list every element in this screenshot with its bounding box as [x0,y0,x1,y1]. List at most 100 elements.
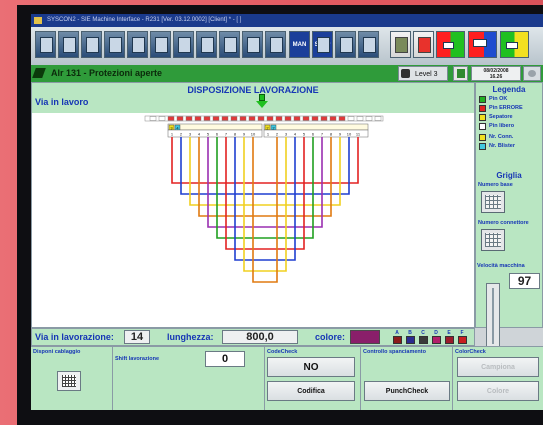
shift-value[interactable]: 0 [205,351,245,367]
legend-swatch [479,143,486,150]
monitor-icon[interactable] [173,31,194,58]
slot-marker [338,116,346,121]
info-row: Via in lavorazione: 14 lunghezza: 800,0 … [31,328,475,346]
slot-marker [347,116,355,121]
campiona-button[interactable]: Campiona [457,357,539,377]
slot-marker [365,116,373,121]
legend-title: Legenda [492,85,526,94]
numero-base-button[interactable] [481,191,505,213]
palette-swatch[interactable] [445,336,454,344]
grid-icon[interactable] [335,31,356,58]
palette-swatch[interactable] [458,336,467,344]
palette-swatch[interactable] [432,336,441,344]
layout-icon[interactable] [150,31,171,58]
slot-marker [257,116,265,121]
lunghezza-label: lunghezza: [167,332,214,342]
controllo-label: Controllo spanciamento [363,349,426,355]
via-in-lavoro-label: Via in lavoro [35,97,89,107]
list-icon[interactable] [104,31,125,58]
lunghezza-value: 800,0 [222,330,298,344]
step-button[interactable]: STEP [312,31,333,58]
settings-icon[interactable] [523,66,541,81]
date-time: 08/02/2008 16.26 [471,66,521,81]
punchcheck-button[interactable]: PunchCheck [364,381,450,401]
tools-icon[interactable] [196,31,217,58]
status-bar: Alr 131 - Protezioni aperte Level 3 08/0… [31,65,543,82]
slot-marker [284,116,292,121]
wire[interactable] [207,137,323,228]
wire[interactable] [243,137,287,272]
alarm-message[interactable]: Alr 131 - Protezioni aperte [31,65,381,82]
terminal-icon[interactable] [390,31,411,58]
legend-item: Nr. Blister [479,143,515,150]
man-button[interactable]: MAN [289,31,310,58]
main-toolbar: MAN STEP [31,27,543,65]
legend-swatch [479,96,486,103]
legend-item: Sepatore [479,114,513,121]
slot-marker [230,116,238,121]
slot-marker [239,116,247,121]
chart-icon[interactable] [265,31,286,58]
wire[interactable] [198,137,332,217]
panel-title: DISPOSIZIONE LAVORAZIONE [187,85,319,95]
calendar-icon[interactable] [242,31,263,58]
colorcheck-panel: ColorCheck Campiona Colore [453,347,543,410]
slot-marker [167,116,175,121]
codecheck-panel: CodeCheck NO Codifica [265,347,361,410]
excel-icon[interactable] [453,66,468,81]
palette-swatch[interactable] [419,336,428,344]
slot-marker [329,116,337,121]
slot-marker [266,116,274,121]
harness-icon[interactable] [58,31,79,58]
connector-red-green-icon[interactable] [436,31,465,58]
palette-swatch[interactable] [406,336,415,344]
shift-panel: Shift lavorazione 0 [113,347,265,410]
panel-header: DISPOSIZIONE LAVORAZIONE Via in lavoro [32,83,474,113]
slot-marker [194,116,202,121]
left-connector-header [167,123,263,131]
slot-marker [221,116,229,121]
wire-color-swatch [350,330,380,344]
wire[interactable] [216,137,314,239]
speed-slider[interactable] [486,283,500,349]
disposition-panel: DISPOSIZIONE LAVORAZIONE Via in lavoro 3… [31,82,475,328]
bottom-panels: Disponi cablaggio Shift lavorazione 0 Co… [31,346,543,410]
speed-value[interactable]: 97 [509,273,540,289]
disponi-panel: Disponi cablaggio [31,347,113,410]
connector-green-yellow-icon[interactable] [500,31,529,58]
app-icon [34,17,42,24]
user-level[interactable]: Level 3 [398,66,448,81]
right-connector[interactable] [263,129,369,138]
wire[interactable] [225,137,305,250]
slot-marker [275,116,283,121]
alarm-text: Alr 131 - Protezioni aperte [51,68,163,78]
wire[interactable] [180,137,350,195]
slot-marker [212,116,220,121]
disponi-cablaggio-button[interactable] [57,371,81,391]
colore-label: colore: [315,332,346,342]
machine-icon[interactable] [35,31,56,58]
layers-icon[interactable] [358,31,379,58]
graph-icon[interactable] [81,31,102,58]
legend-item: Nr. Conn. [479,134,513,141]
via-lavorazione-label: Via in lavorazione: [35,332,114,342]
controllo-panel: Controllo spanciamento PunchCheck [361,347,453,410]
slot-marker [320,116,328,121]
codecheck-no-button[interactable]: NO [267,357,355,377]
wire[interactable] [171,137,359,184]
colore-button[interactable]: Colore [457,381,539,401]
connector-red-blue-icon[interactable] [468,31,497,58]
codifica-button[interactable]: Codifica [267,381,355,401]
numero-connettore-button[interactable] [481,229,505,251]
user-level-label: Level 3 [415,71,438,78]
disponi-label: Disponi cablaggio [33,349,81,355]
table-icon[interactable] [127,31,148,58]
window-title: SYSCON2 - SIE Machine Interface - R231 [… [47,17,242,23]
slot-marker [374,116,382,121]
book-icon[interactable] [219,31,240,58]
shift-label: Shift lavorazione [115,356,160,362]
wire-bundle [171,137,359,283]
cutter-icon[interactable] [413,31,434,58]
palette-swatch[interactable] [393,336,402,344]
screen: SYSCON2 - SIE Machine Interface - R231 [… [31,14,543,410]
